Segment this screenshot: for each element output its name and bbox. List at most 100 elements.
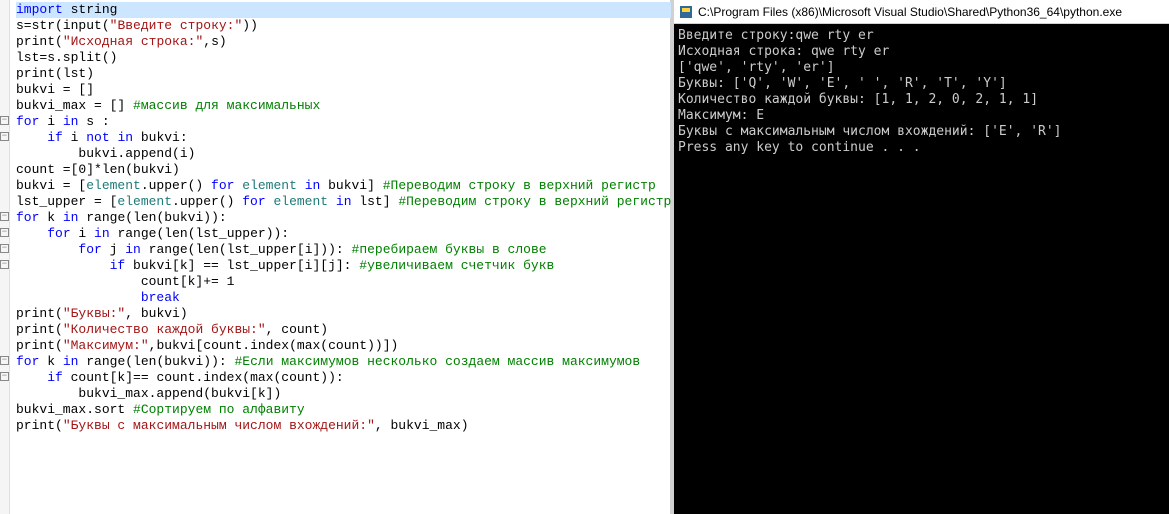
console-window: C:\Program Files (x86)\Microsoft Visual … bbox=[674, 0, 1169, 514]
fold-toggle[interactable]: − bbox=[0, 256, 9, 272]
fold-toggle[interactable]: − bbox=[0, 112, 9, 128]
token-op: k bbox=[39, 354, 62, 369]
token-op bbox=[16, 370, 47, 385]
token-op: ( bbox=[55, 338, 63, 353]
token-op: bukvi_max = [] bbox=[16, 98, 133, 113]
token-kw: break bbox=[141, 290, 180, 305]
token-str: "Буквы с максимальным числом вхождений:" bbox=[63, 418, 375, 433]
fold-toggle bbox=[0, 336, 9, 352]
token-op: (count)): bbox=[273, 370, 343, 385]
token-op: bukvi = [] bbox=[16, 82, 94, 97]
token-str: "Количество каждой буквы:" bbox=[63, 322, 266, 337]
code-line[interactable]: lst_upper = [element.upper() for element… bbox=[16, 194, 671, 210]
code-line[interactable]: bukvi_max.append(bukvi[k]) bbox=[16, 386, 671, 402]
token-op bbox=[16, 130, 47, 145]
token-kw: for bbox=[16, 354, 39, 369]
code-line[interactable]: if bukvi[k] == lst_upper[i][j]: #увеличи… bbox=[16, 258, 671, 274]
code-line[interactable]: print("Исходная строка:",s) bbox=[16, 34, 671, 50]
fold-toggle[interactable]: − bbox=[0, 368, 9, 384]
code-line[interactable]: lst=s.split() bbox=[16, 50, 671, 66]
fold-toggle bbox=[0, 160, 9, 176]
token-cm: #Если максимумов несколько создаем масси… bbox=[234, 354, 640, 369]
token-fn: str bbox=[32, 18, 55, 33]
code-line[interactable]: print(lst) bbox=[16, 66, 671, 82]
fold-toggle[interactable]: − bbox=[0, 208, 9, 224]
token-str: "Максимум:" bbox=[63, 338, 149, 353]
code-line[interactable]: for k in range(len(bukvi)): bbox=[16, 210, 671, 226]
token-kw: in bbox=[63, 210, 79, 225]
token-fn: print bbox=[16, 338, 55, 353]
token-fn: max bbox=[297, 338, 320, 353]
token-op: (bukvi)): bbox=[156, 210, 226, 225]
token-op bbox=[297, 178, 305, 193]
code-line[interactable]: for j in range(len(lst_upper[i])): #пере… bbox=[16, 242, 671, 258]
token-kw: if bbox=[47, 130, 63, 145]
token-kw: if bbox=[47, 370, 63, 385]
token-fn: range bbox=[86, 210, 125, 225]
token-str: "Буквы:" bbox=[63, 306, 125, 321]
fold-gutter: −−−−−−−− bbox=[0, 0, 10, 514]
console-output[interactable]: Введите строку:qwe rty er Исходная строк… bbox=[674, 24, 1169, 514]
code-line[interactable]: bukvi = [element.upper() for element in … bbox=[16, 178, 671, 194]
token-op: (count))]) bbox=[320, 338, 398, 353]
token-op: lst] bbox=[352, 194, 399, 209]
token-op: ,s) bbox=[203, 34, 226, 49]
code-line[interactable]: s=str(input("Введите строку:")) bbox=[16, 18, 671, 34]
token-op bbox=[328, 194, 336, 209]
token-kw: in bbox=[63, 354, 79, 369]
code-line[interactable]: if count[k]== count.index(max(count)): bbox=[16, 370, 671, 386]
token-op: bukvi[k] == lst_upper[i][j]: bbox=[125, 258, 359, 273]
code-line[interactable]: if i not in bukvi: bbox=[16, 130, 671, 146]
code-line[interactable]: print("Буквы:", bukvi) bbox=[16, 306, 671, 322]
fold-toggle bbox=[0, 48, 9, 64]
fold-toggle bbox=[0, 416, 9, 432]
token-op: ( bbox=[55, 418, 63, 433]
token-fn: print bbox=[16, 66, 55, 81]
token-kw: in bbox=[94, 226, 110, 241]
code-line[interactable]: break bbox=[16, 290, 671, 306]
code-line[interactable]: bukvi_max.sort #Сортируем по алфавиту bbox=[16, 402, 671, 418]
fold-toggle bbox=[0, 272, 9, 288]
token-op: bukvi = [ bbox=[16, 178, 86, 193]
token-op bbox=[141, 242, 149, 257]
code-area[interactable]: import strings=str(input("Введите строку… bbox=[10, 0, 671, 514]
code-line[interactable]: print("Количество каждой буквы:", count) bbox=[16, 322, 671, 338]
token-fn: range bbox=[117, 226, 156, 241]
token-cm: #Сортируем по алфавиту bbox=[133, 402, 305, 417]
token-fn: max bbox=[250, 370, 273, 385]
fold-toggle[interactable]: − bbox=[0, 224, 9, 240]
code-line[interactable]: for i in s : bbox=[16, 114, 671, 130]
console-titlebar[interactable]: C:\Program Files (x86)\Microsoft Visual … bbox=[674, 0, 1169, 24]
code-line[interactable]: print("Максимум:",bukvi[count.index(max(… bbox=[16, 338, 671, 354]
code-line[interactable]: import string bbox=[16, 2, 671, 18]
fold-toggle[interactable]: − bbox=[0, 352, 9, 368]
code-line[interactable]: count =[0]*len(bukvi) bbox=[16, 162, 671, 178]
token-fn: len bbox=[195, 242, 218, 257]
fold-toggle bbox=[0, 0, 9, 16]
code-line[interactable]: count[k]+= 1 bbox=[16, 274, 671, 290]
fold-toggle bbox=[0, 16, 9, 32]
token-op: s : bbox=[78, 114, 109, 129]
token-fn: print bbox=[16, 34, 55, 49]
code-line[interactable]: bukvi = [] bbox=[16, 82, 671, 98]
code-line[interactable]: for k in range(len(bukvi)): #Если максим… bbox=[16, 354, 671, 370]
token-fn: len bbox=[102, 162, 125, 177]
code-line[interactable]: print("Буквы с максимальным числом вхожд… bbox=[16, 418, 671, 434]
token-op: lst=s.split() bbox=[16, 50, 117, 65]
token-op: (lst_upper)): bbox=[188, 226, 289, 241]
token-op: (lst) bbox=[55, 66, 94, 81]
token-op: .upper() bbox=[141, 178, 211, 193]
code-editor[interactable]: −−−−−−−− import strings=str(input("Введи… bbox=[0, 0, 670, 514]
token-op: bukvi_max.sort bbox=[16, 402, 133, 417]
token-cm: #Переводим строку в верхний регистр bbox=[398, 194, 671, 209]
fold-toggle[interactable]: − bbox=[0, 128, 9, 144]
token-op: .upper() bbox=[172, 194, 242, 209]
code-line[interactable]: for i in range(len(lst_upper)): bbox=[16, 226, 671, 242]
token-op: bukvi] bbox=[320, 178, 382, 193]
token-op: )) bbox=[242, 18, 258, 33]
code-line[interactable]: bukvi.append(i) bbox=[16, 146, 671, 162]
fold-toggle bbox=[0, 384, 9, 400]
token-kw: in bbox=[63, 114, 79, 129]
fold-toggle[interactable]: − bbox=[0, 240, 9, 256]
code-line[interactable]: bukvi_max = [] #массив для максимальных bbox=[16, 98, 671, 114]
